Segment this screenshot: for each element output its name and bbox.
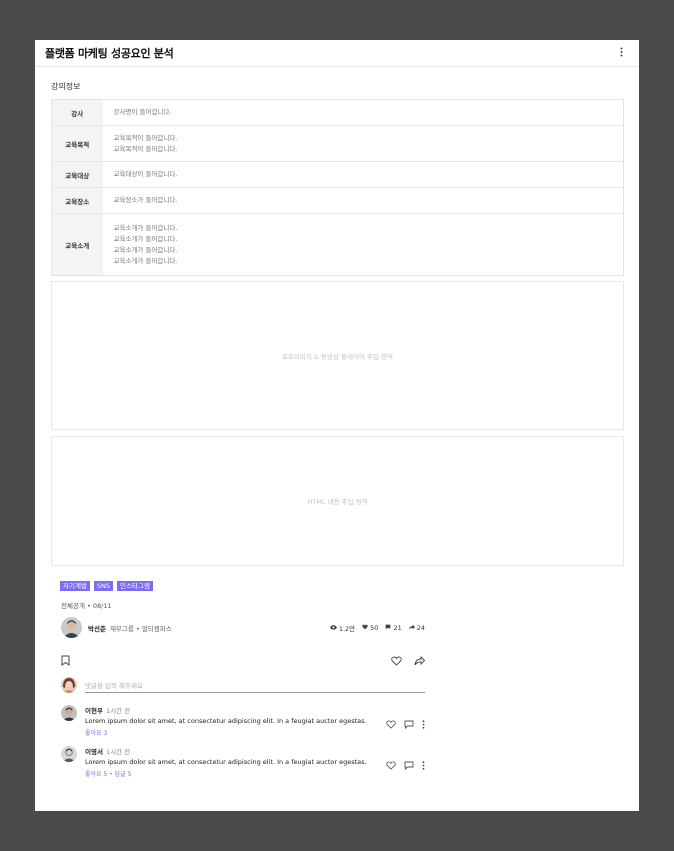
comment-reactions[interactable]: 좋아요 5 • 답글 5 bbox=[85, 769, 386, 778]
info-line: 교육소개가 들어갑니다. bbox=[113, 234, 178, 243]
comment-time: 1시간 전 bbox=[105, 707, 131, 715]
shares-stat: 24 bbox=[408, 623, 425, 633]
post-action-group bbox=[391, 651, 426, 670]
like-heart-icon[interactable] bbox=[386, 755, 396, 774]
eye-icon bbox=[330, 624, 337, 632]
more-vertical-icon[interactable] bbox=[422, 714, 425, 733]
info-line: 교육소개가 들어갑니다. bbox=[113, 256, 178, 265]
info-key: 교육소개 bbox=[51, 213, 103, 276]
author-name[interactable]: 박선준 bbox=[88, 623, 106, 633]
media-placeholder-label: 포토이미지 & 동영상 플레이어 추입 영역 bbox=[281, 352, 394, 361]
my-avatar bbox=[61, 677, 77, 693]
info-value: 교육대상이 들어갑니다. bbox=[102, 161, 624, 188]
comments-stat: 21 bbox=[385, 623, 402, 633]
comment-input[interactable]: 댓글을 입력 해주세요 bbox=[85, 677, 425, 693]
media-placeholder: 포토이미지 & 동영상 플레이어 추입 영역 bbox=[51, 281, 624, 430]
html-placeholder-label: HTML 내용 추입 영역 bbox=[307, 498, 368, 506]
comment-text: Lorem ipsum dolor sit amet, at consectet… bbox=[85, 758, 367, 766]
comment-item: 이영서 1시간 전 Lorem ipsum dolor sit amet, at … bbox=[61, 746, 425, 778]
comment-actions bbox=[386, 750, 425, 778]
info-key: 교육목적 bbox=[51, 125, 103, 162]
info-line: 교육목적이 들어갑니다. bbox=[113, 144, 178, 153]
bookmark-icon[interactable] bbox=[61, 651, 70, 670]
post-actions bbox=[61, 651, 426, 670]
html-placeholder: HTML 내용 추입 영역 bbox=[51, 436, 624, 566]
page-title: 플랫폼 마케팅 성공요인 분석 bbox=[45, 47, 174, 60]
avatar[interactable] bbox=[61, 617, 82, 638]
info-line: 교육목적이 들어갑니다. bbox=[113, 133, 178, 142]
tag[interactable]: 자기계발 bbox=[60, 581, 90, 591]
comment-icon bbox=[385, 624, 391, 632]
info-key: 강사 bbox=[51, 99, 103, 126]
reply-bubble-icon[interactable] bbox=[404, 714, 414, 733]
info-key: 교육장소 bbox=[51, 187, 103, 214]
info-line: 교육소개가 들어갑니다. bbox=[113, 223, 178, 232]
avatar[interactable] bbox=[61, 705, 77, 721]
comment-input-row: 댓글을 입력 해주세요 bbox=[61, 677, 425, 693]
info-line: 교육대상이 들어갑니다. bbox=[113, 170, 178, 178]
shares-count: 24 bbox=[416, 623, 425, 632]
info-row-intro: 교육소개 교육소개가 들어갑니다. 교육소개가 들어갑니다. 교육소개가 들어갑… bbox=[51, 213, 624, 276]
course-info-table: 강사 강사명이 들어갑니다. 교육목적 교육목적이 들어갑니다. 교육목적이 들… bbox=[51, 99, 624, 276]
comment-header: 이영서 1시간 전 bbox=[85, 746, 386, 756]
share-arrow-icon[interactable] bbox=[414, 651, 426, 670]
info-value: 강사명이 들어갑니다. bbox=[102, 99, 624, 126]
more-vertical-icon[interactable] bbox=[615, 47, 627, 59]
content-panel: 플랫폼 마케팅 성공요인 분석 강의정보 강사 강사명이 들어갑니다. 교육목적… bbox=[35, 40, 639, 811]
info-key: 교육대상 bbox=[51, 161, 103, 188]
info-line: 교육장소가 들어갑니다. bbox=[113, 196, 178, 204]
more-vertical-icon[interactable] bbox=[422, 755, 425, 774]
post-meta: 전체공개 • 08/11 bbox=[61, 602, 112, 610]
like-heart-icon[interactable] bbox=[391, 651, 402, 670]
reply-bubble-icon[interactable] bbox=[404, 755, 414, 774]
info-row-purpose: 교육목적 교육목적이 들어갑니다. 교육목적이 들어갑니다. bbox=[51, 125, 624, 162]
author-row: 박선준 재무그룹 • 멀티캠퍼스 1.2만 50 21 24 bbox=[61, 617, 425, 638]
info-value: 교육장소가 들어갑니다. bbox=[102, 187, 624, 214]
tag[interactable]: 인스타그램 bbox=[117, 581, 153, 591]
info-value: 교육소개가 들어갑니다. 교육소개가 들어갑니다. 교육소개가 들어갑니다. 교… bbox=[103, 214, 624, 276]
comment-item: 이현우 1시간 전 Lorem ipsum dolor sit amet, at … bbox=[61, 705, 425, 737]
comment-header: 이현우 1시간 전 bbox=[85, 705, 386, 715]
comment-body: 이현우 1시간 전 Lorem ipsum dolor sit amet, at … bbox=[85, 705, 386, 737]
likes-count: 50 bbox=[370, 623, 379, 632]
info-row-target: 교육대상 교육대상이 들어갑니다. bbox=[51, 161, 624, 188]
comment-body: 이영서 1시간 전 Lorem ipsum dolor sit amet, at … bbox=[85, 746, 386, 778]
views-stat: 1.2만 bbox=[330, 623, 355, 633]
info-line: 교육소개가 들어갑니다. bbox=[113, 245, 178, 254]
likes-stat: 50 bbox=[362, 623, 378, 633]
like-heart-icon[interactable] bbox=[386, 714, 396, 733]
post-stats: 1.2만 50 21 24 bbox=[330, 623, 425, 633]
comment-author[interactable]: 이영서 bbox=[85, 748, 103, 756]
comment-time: 1시간 전 bbox=[105, 748, 131, 756]
info-value: 교육목적이 들어갑니다. 교육목적이 들어갑니다. bbox=[102, 125, 624, 162]
section-title: 강의정보 bbox=[51, 82, 81, 91]
info-line: 강사명이 들어갑니다. bbox=[113, 108, 172, 116]
tag[interactable]: SNS bbox=[93, 581, 114, 591]
info-row-instructor: 강사 강사명이 들어갑니다. bbox=[51, 99, 624, 126]
info-row-location: 교육장소 교육장소가 들어갑니다. bbox=[51, 187, 624, 214]
tag-list: 자기계발 SNS 인스타그램 bbox=[60, 581, 153, 591]
comment-text: Lorem ipsum dolor sit amet, at consectet… bbox=[85, 717, 367, 725]
views-count: 1.2만 bbox=[338, 624, 356, 633]
comments-count: 21 bbox=[393, 623, 402, 632]
comment-author[interactable]: 이현우 bbox=[85, 707, 103, 715]
avatar[interactable] bbox=[61, 746, 77, 762]
comment-reactions[interactable]: 좋아요 3 bbox=[85, 728, 386, 737]
comment-actions bbox=[386, 709, 425, 737]
author-org: 재무그룹 • 멀티캠퍼스 bbox=[109, 624, 172, 633]
heart-icon bbox=[362, 624, 368, 632]
share-icon bbox=[408, 624, 415, 632]
page-header: 플랫폼 마케팅 성공요인 분석 bbox=[35, 40, 639, 67]
